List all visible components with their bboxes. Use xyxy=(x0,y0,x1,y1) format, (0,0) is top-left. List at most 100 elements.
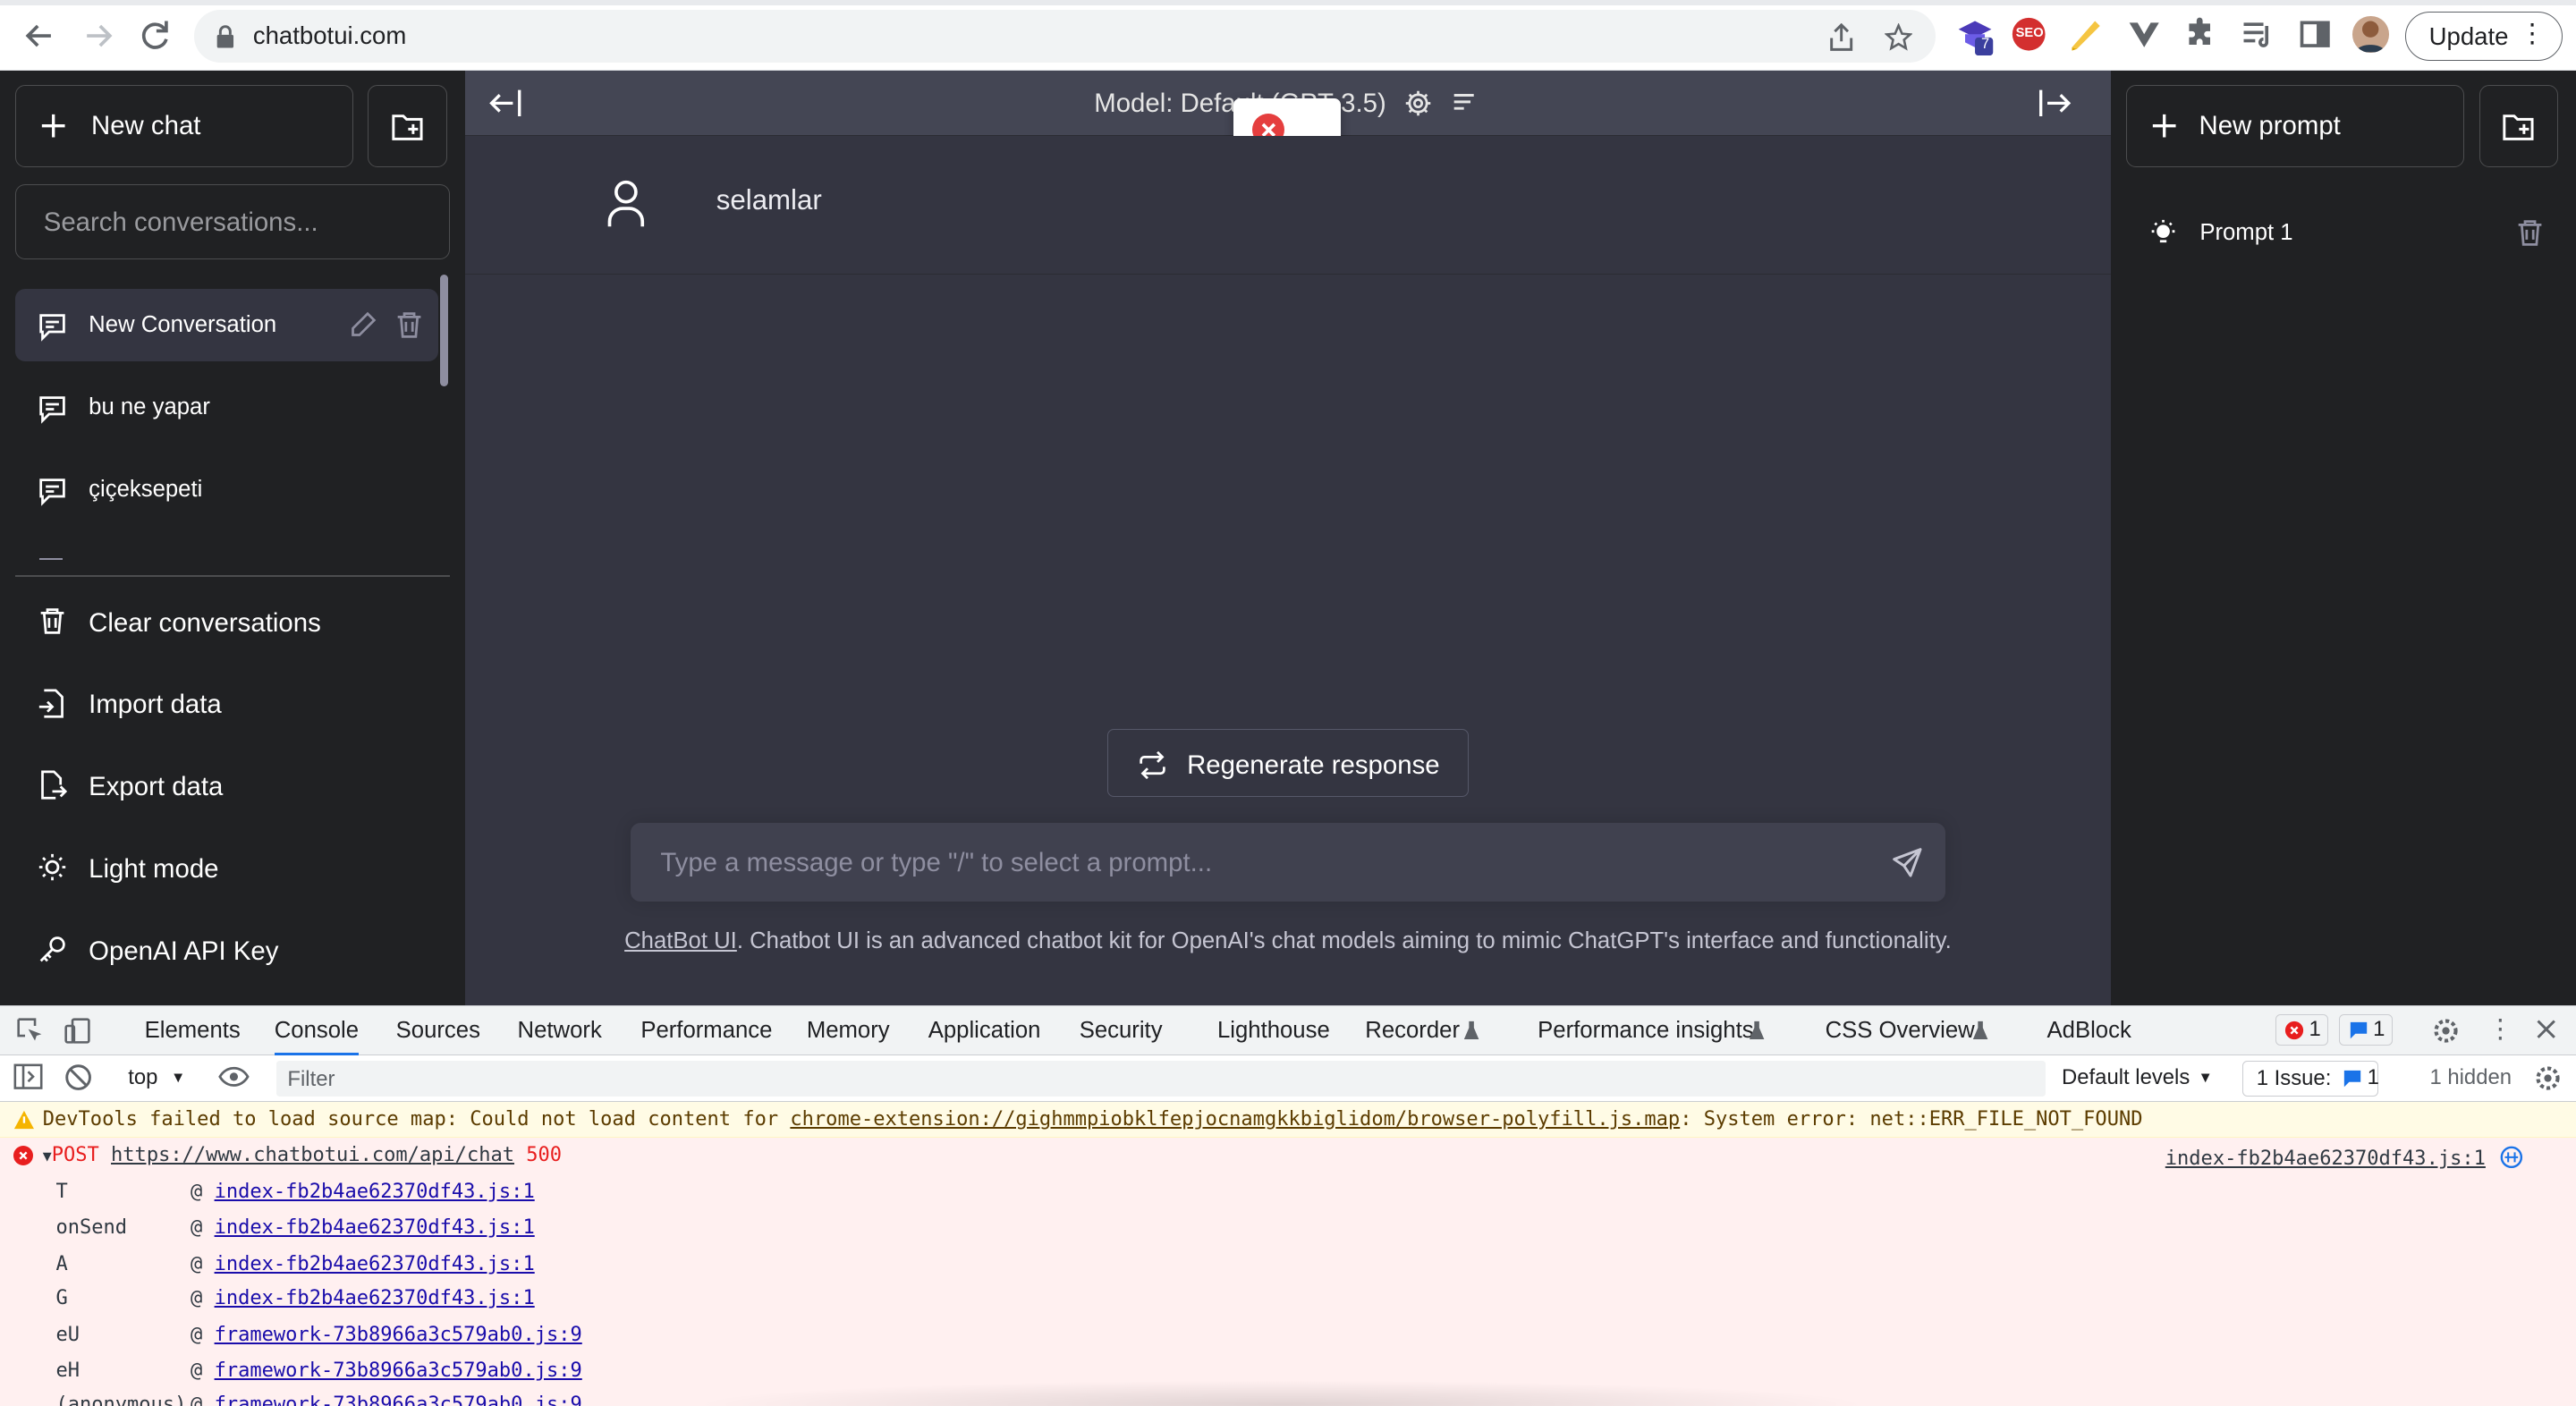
kebab-menu-icon[interactable]: ⋮ xyxy=(2520,21,2546,47)
stack-file-link[interactable]: index-fb2b4ae62370df43.js:1 xyxy=(215,1181,535,1203)
collapse-left-icon[interactable] xyxy=(487,87,522,120)
clear-conversations-button[interactable]: Clear conversations xyxy=(15,587,451,659)
import-data-button[interactable]: Import data xyxy=(15,669,451,741)
trash-icon[interactable] xyxy=(2515,218,2545,248)
vue-extension-icon[interactable] xyxy=(2126,16,2162,52)
tab-console[interactable]: Console xyxy=(274,1018,360,1056)
export-data-button[interactable]: Export data xyxy=(15,750,451,823)
kebab-menu-icon[interactable]: ⋮ xyxy=(2487,1016,2513,1042)
tab-css-overview[interactable]: CSS Overview xyxy=(1826,1018,1975,1044)
sidebar-toggle-icon[interactable] xyxy=(13,1063,43,1090)
message-count: 1 xyxy=(2373,1017,2385,1042)
stack-frame: (anonymous) @ framework-73b8966a3c579ab0.… xyxy=(55,1393,581,1406)
light-mode-button[interactable]: Light mode xyxy=(15,833,451,905)
devtools-panel: Elements Console Sources Network Perform… xyxy=(0,1005,2576,1406)
tab-security[interactable]: Security xyxy=(1080,1018,1163,1044)
side-panel-icon[interactable] xyxy=(2297,16,2333,52)
collapse-right-icon[interactable] xyxy=(2038,87,2073,120)
trash-icon[interactable] xyxy=(394,310,424,340)
chatbot-ui-link[interactable]: ChatBot UI xyxy=(624,928,737,953)
puzzle-extensions-icon[interactable] xyxy=(2182,16,2217,52)
error-message: ▼POST https://www.chatbotui.com/api/chat… xyxy=(0,1137,2576,1406)
console-settings-gear-icon[interactable] xyxy=(2533,1063,2563,1093)
warning-message: DevTools failed to load source map: Coul… xyxy=(0,1101,2576,1138)
highlighter-extension-icon[interactable] xyxy=(2067,16,2103,52)
tab-elements[interactable]: Elements xyxy=(145,1018,241,1044)
search-conversations-input[interactable]: Search conversations... xyxy=(14,183,451,260)
prompt-item[interactable]: Prompt 1 xyxy=(2126,199,2562,267)
conversation-label: bu ne yapar xyxy=(89,394,210,419)
refresh-icon xyxy=(1140,750,1165,779)
clear-lines-icon[interactable] xyxy=(1451,90,1477,116)
clear-console-icon[interactable] xyxy=(64,1063,92,1091)
warning-link[interactable]: chrome-extension://gighmmpiobklfepjocnam… xyxy=(790,1108,1680,1131)
send-icon[interactable] xyxy=(1891,846,1924,879)
disclaimer-footer: ChatBot UI. Chatbot UI is an advanced ch… xyxy=(465,928,2111,954)
plus-icon xyxy=(41,114,65,138)
new-chat-label: New chat xyxy=(91,111,201,141)
flask-icon xyxy=(1971,1020,1989,1041)
extension-purple-icon[interactable]: 7 xyxy=(1955,16,1993,56)
stack-file-link[interactable]: index-fb2b4ae62370df43.js:1 xyxy=(215,1287,535,1309)
message-input[interactable]: Type a message or type "/" to select a p… xyxy=(631,823,1945,902)
error-count-badge[interactable]: 1 xyxy=(2275,1014,2329,1046)
tab-network[interactable]: Network xyxy=(518,1018,602,1044)
pencil-icon[interactable] xyxy=(348,310,377,340)
tab-recorder[interactable]: Recorder xyxy=(1365,1018,1460,1044)
stack-file-link[interactable]: framework-73b8966a3c579ab0.js:9 xyxy=(215,1359,582,1382)
forward-arrow-icon[interactable] xyxy=(79,16,118,55)
device-toolbar-icon[interactable] xyxy=(63,1016,92,1046)
settings-gear-icon[interactable] xyxy=(2431,1016,2461,1046)
console-filter-bar: top ▼ Filter Default levels ▼ 1 Issue: 1… xyxy=(0,1055,2576,1102)
conversation-item[interactable]: bu ne yapar xyxy=(15,371,439,444)
profile-avatar[interactable] xyxy=(2352,16,2389,53)
tab-performance[interactable]: Performance xyxy=(640,1018,772,1044)
back-arrow-icon[interactable] xyxy=(20,16,59,55)
expand-triangle-icon[interactable]: ▼ xyxy=(43,1148,52,1165)
stack-file-link[interactable]: framework-73b8966a3c579ab0.js:9 xyxy=(215,1393,582,1406)
api-key-button[interactable]: OpenAI API Key xyxy=(15,915,451,987)
conversation-item[interactable]: New Conversation xyxy=(14,289,439,362)
regenerate-button[interactable]: Regenerate response xyxy=(1106,729,1469,797)
log-levels-select[interactable]: Default levels xyxy=(2062,1065,2190,1090)
reload-icon[interactable] xyxy=(135,16,174,55)
inspect-element-icon[interactable] xyxy=(15,1016,45,1046)
menu-label: Light mode xyxy=(89,854,219,885)
sidebar-scrollbar[interactable] xyxy=(440,274,449,386)
tab-memory[interactable]: Memory xyxy=(807,1018,890,1044)
stack-file-link[interactable]: framework-73b8966a3c579ab0.js:9 xyxy=(215,1324,582,1346)
message-count-badge[interactable]: 1 xyxy=(2339,1014,2393,1046)
error-header[interactable]: ▼POST https://www.chatbotui.com/api/chat… xyxy=(43,1144,562,1166)
new-folder-button[interactable] xyxy=(368,85,447,168)
address-bar[interactable]: chatbotui.com xyxy=(193,10,1936,63)
tab-sources[interactable]: Sources xyxy=(396,1018,480,1044)
media-queue-icon[interactable] xyxy=(2239,16,2275,52)
conversation-item[interactable]: çiçeksepeti xyxy=(15,453,439,526)
message-placeholder: Type a message or type "/" to select a p… xyxy=(660,847,1213,877)
new-prompt-button[interactable]: New prompt xyxy=(2125,85,2465,168)
new-prompt-folder-button[interactable] xyxy=(2479,85,2558,168)
prompt-label: Prompt 1 xyxy=(2199,220,2293,246)
tab-lighthouse[interactable]: Lighthouse xyxy=(1217,1018,1330,1044)
network-request-icon[interactable] xyxy=(2500,1146,2523,1169)
context-select[interactable]: top xyxy=(128,1065,157,1090)
shadow-overlay xyxy=(690,1379,1873,1406)
stack-file-link[interactable]: index-fb2b4ae62370df43.js:1 xyxy=(215,1216,535,1239)
warning-text: DevTools failed to load source map: Coul… xyxy=(42,1107,791,1131)
close-icon[interactable] xyxy=(2533,1016,2559,1042)
seo-extension-icon[interactable]: SEO xyxy=(2011,16,2046,52)
update-button[interactable]: Update ⋮ xyxy=(2404,11,2563,61)
tab-adblock[interactable]: AdBlock xyxy=(2047,1018,2131,1044)
hidden-count: 1 hidden xyxy=(2429,1065,2512,1090)
error-source-link[interactable]: index-fb2b4ae62370df43.js:1 xyxy=(2165,1148,2486,1170)
console-filter-input[interactable]: Filter xyxy=(275,1060,2046,1097)
tab-application[interactable]: Application xyxy=(928,1018,1041,1044)
bookmark-star-icon[interactable] xyxy=(1884,22,1912,51)
settings-gear-icon[interactable] xyxy=(1403,89,1433,118)
new-chat-button[interactable]: New chat xyxy=(14,85,353,168)
error-url[interactable]: https://www.chatbotui.com/api/chat xyxy=(111,1144,514,1166)
eye-icon[interactable] xyxy=(218,1065,250,1088)
stack-file-link[interactable]: index-fb2b4ae62370df43.js:1 xyxy=(215,1253,535,1275)
share-icon[interactable] xyxy=(1828,22,1854,51)
tab-performance-insights[interactable]: Performance insights xyxy=(1538,1018,1753,1044)
